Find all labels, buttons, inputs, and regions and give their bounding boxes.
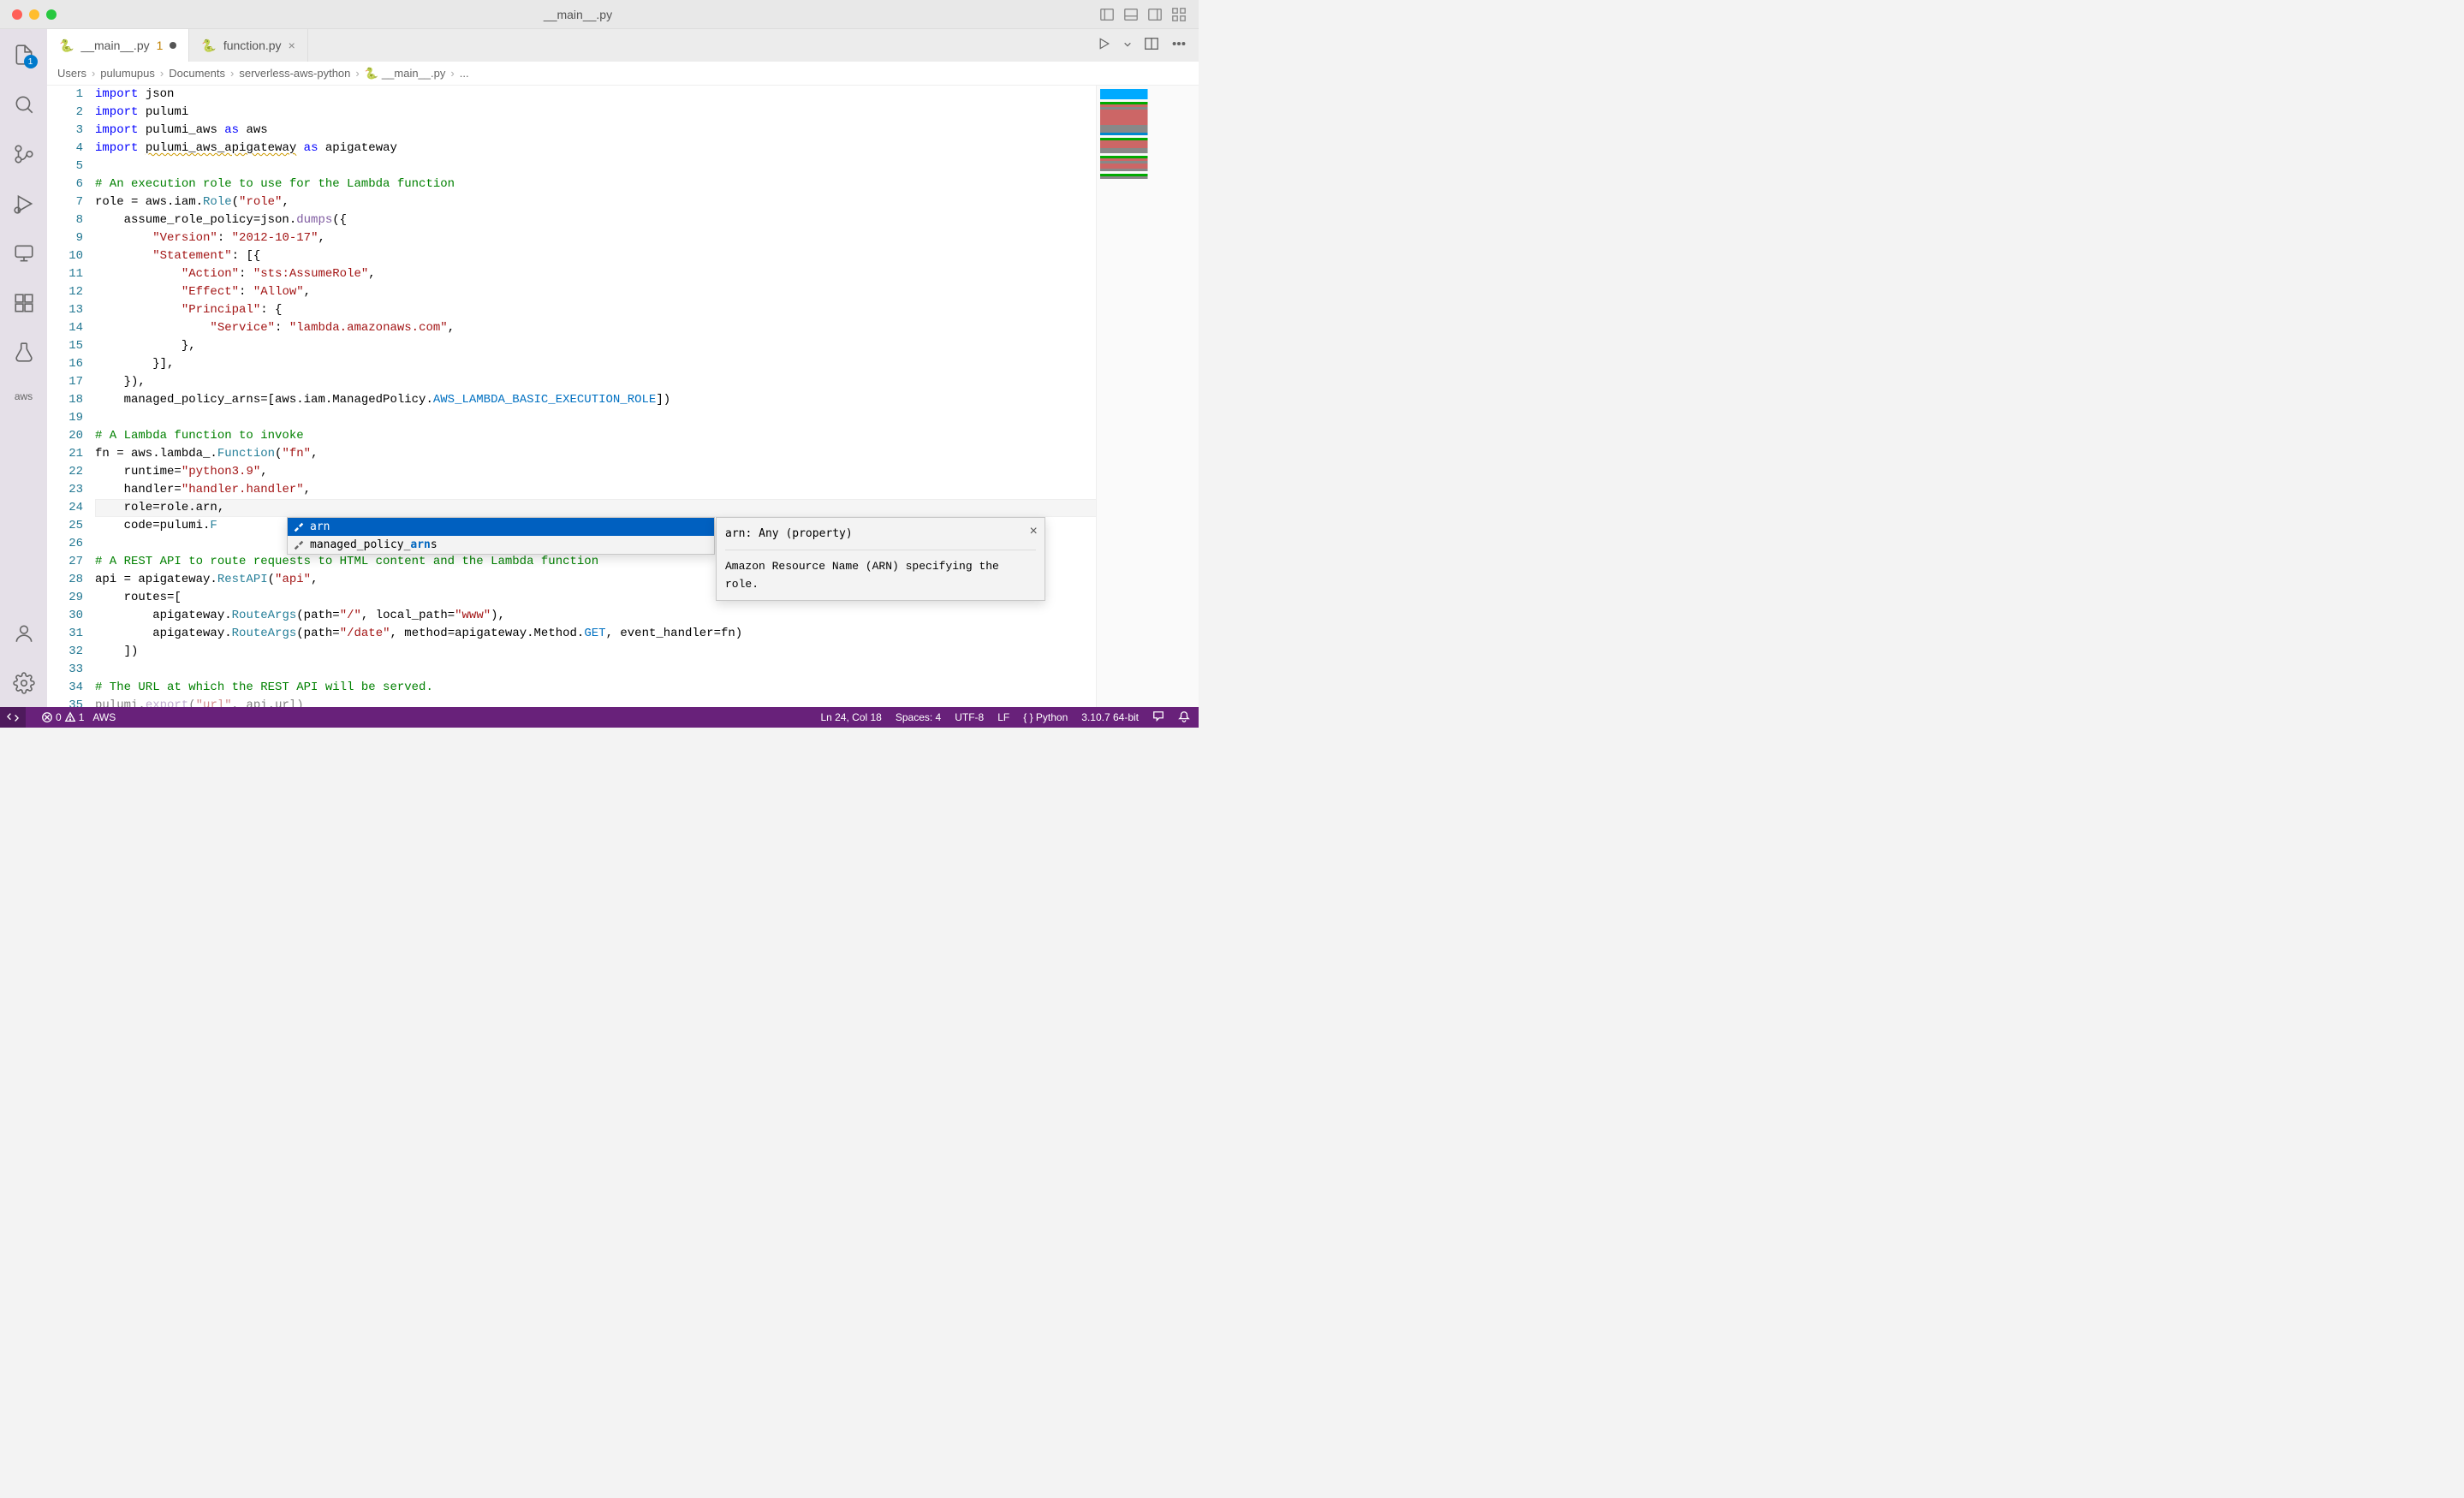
suggest-description: Amazon Resource Name (ARN) specifying th…: [725, 557, 1036, 593]
code-editor[interactable]: 1234567891011121314151617181920212223242…: [47, 86, 1199, 707]
cursor-position[interactable]: Ln 24, Col 18: [820, 711, 881, 723]
split-editor-icon[interactable]: [1144, 36, 1159, 56]
breadcrumb-segment[interactable]: __main__.py: [382, 67, 445, 80]
encoding-button[interactable]: UTF-8: [955, 711, 984, 723]
suggest-label: arn: [310, 518, 330, 536]
maximize-window-button[interactable]: [46, 9, 57, 20]
close-tab-icon[interactable]: ×: [289, 39, 295, 52]
suggest-item-managed-policy-arns[interactable]: managed_policy_arns: [288, 536, 714, 554]
breadcrumbs[interactable]: Users› pulumupus› Documents› serverless-…: [47, 62, 1199, 86]
close-window-button[interactable]: [12, 9, 22, 20]
suggest-signature: arn: Any (property): [725, 525, 1036, 550]
status-bar: 0 1 AWS Ln 24, Col 18 Spaces: 4 UTF-8 LF…: [0, 707, 1199, 728]
tab-problems-count: 1: [157, 39, 164, 52]
settings-gear-icon[interactable]: [12, 671, 36, 695]
suggest-widget[interactable]: arn managed_policy_arns: [287, 517, 715, 555]
suggest-details: × arn: Any (property) Amazon Resource Na…: [716, 517, 1045, 601]
close-details-icon[interactable]: ×: [1029, 523, 1038, 541]
indentation-button[interactable]: Spaces: 4: [896, 711, 941, 723]
tab-function-py[interactable]: 🐍 function.py ×: [189, 29, 307, 62]
remote-indicator[interactable]: [0, 707, 26, 728]
eol-button[interactable]: LF: [997, 711, 1009, 723]
dirty-indicator-icon: [170, 42, 176, 49]
breadcrumb-segment[interactable]: Users: [57, 67, 86, 80]
problems-button[interactable]: 0 1: [41, 711, 84, 723]
code-content[interactable]: import json import pulumi import pulumi_…: [95, 86, 1199, 707]
python-interpreter-button[interactable]: 3.10.7 64-bit: [1081, 711, 1139, 723]
tab-main-py[interactable]: 🐍 __main__.py 1: [47, 29, 189, 62]
suggest-label: managed_policy_arns: [310, 536, 437, 554]
line-number-gutter: 1234567891011121314151617181920212223242…: [47, 86, 95, 707]
more-actions-icon[interactable]: [1171, 36, 1187, 56]
accounts-icon[interactable]: [12, 621, 36, 645]
breadcrumb-segment[interactable]: pulumupus: [100, 67, 155, 80]
breadcrumb-segment[interactable]: serverless-aws-python: [239, 67, 350, 80]
editor-group: 🐍 __main__.py 1 🐍 function.py × Users› p…: [47, 29, 1199, 707]
customize-layout-icon[interactable]: [1171, 7, 1187, 22]
tab-bar: 🐍 __main__.py 1 🐍 function.py ×: [47, 29, 1199, 62]
tab-label: __main__.py: [80, 39, 149, 52]
python-file-icon: 🐍: [201, 39, 216, 53]
notifications-icon[interactable]: [1178, 710, 1190, 725]
layout-panel-icon[interactable]: [1123, 7, 1139, 22]
minimize-window-button[interactable]: [29, 9, 39, 20]
search-icon[interactable]: [12, 92, 36, 116]
minimap[interactable]: [1096, 86, 1199, 707]
python-file-icon: 🐍: [365, 67, 378, 80]
property-icon: [293, 521, 305, 533]
run-dropdown-icon[interactable]: [1123, 38, 1132, 53]
suggest-item-arn[interactable]: arn: [288, 518, 714, 536]
activity-bar: 1 aws: [0, 29, 47, 707]
run-debug-icon[interactable]: [12, 192, 36, 216]
tab-label: function.py: [223, 39, 282, 52]
breadcrumb-segment[interactable]: Documents: [169, 67, 225, 80]
layout-sidebar-right-icon[interactable]: [1147, 7, 1163, 22]
language-mode-button[interactable]: { } Python: [1023, 711, 1068, 723]
run-file-button[interactable]: [1098, 37, 1111, 55]
remote-explorer-icon[interactable]: [12, 241, 36, 265]
property-icon: [293, 539, 305, 551]
testing-icon[interactable]: [12, 341, 36, 365]
python-file-icon: 🐍: [59, 39, 74, 53]
explorer-badge: 1: [24, 55, 38, 68]
aws-profile-button[interactable]: AWS: [92, 711, 116, 723]
aws-toolkit-icon[interactable]: aws: [15, 390, 33, 402]
explorer-icon[interactable]: 1: [12, 43, 36, 67]
breadcrumb-segment[interactable]: ...: [460, 67, 469, 80]
window-title: __main__.py: [57, 8, 1099, 21]
titlebar: __main__.py: [0, 0, 1199, 29]
feedback-icon[interactable]: [1152, 710, 1164, 725]
window-controls: [12, 9, 57, 20]
layout-sidebar-left-icon[interactable]: [1099, 7, 1115, 22]
source-control-icon[interactable]: [12, 142, 36, 166]
extensions-icon[interactable]: [12, 291, 36, 315]
